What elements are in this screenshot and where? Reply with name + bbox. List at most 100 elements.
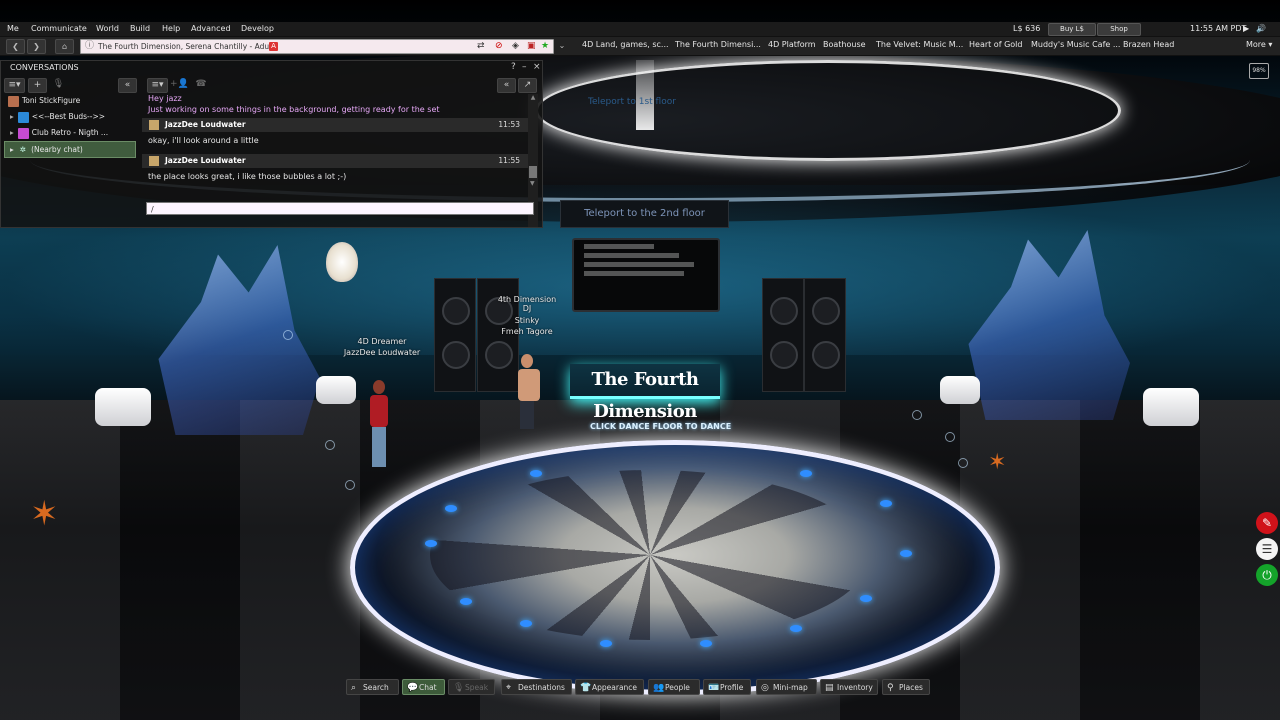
- pouf-seat[interactable]: [95, 388, 151, 426]
- chat-button[interactable]: 💬 Chat: [402, 679, 445, 695]
- speaker: [762, 278, 804, 392]
- pouf-seat[interactable]: [1143, 388, 1199, 426]
- forward-icon[interactable]: ❯: [27, 39, 46, 54]
- view-options-icon[interactable]: ≡▾: [4, 78, 25, 93]
- menu-communicate[interactable]: Communicate: [31, 24, 87, 33]
- dance-floor-hint: CLICK DANCE FLOOR TO DANCE: [590, 422, 732, 431]
- pouf-seat[interactable]: [940, 376, 980, 404]
- participant-options-icon[interactable]: ≡▾: [147, 78, 168, 93]
- floor-light: [600, 640, 612, 647]
- conversation-item[interactable]: ▸ <<--Best Buds-->>: [4, 109, 136, 124]
- teleport-2nd-floor-sign[interactable]: Teleport to the 2nd floor: [560, 200, 729, 228]
- pouf-seat[interactable]: [316, 376, 356, 404]
- minimap-button[interactable]: ◎ Mini-map: [756, 679, 817, 695]
- inventory-button[interactable]: ▤ Inventory: [820, 679, 878, 695]
- menu-build[interactable]: Build: [130, 24, 150, 33]
- avatar-head: [373, 380, 385, 394]
- close-button[interactable]: ×: [533, 62, 541, 72]
- profile-button[interactable]: 🪪 Profile: [703, 679, 751, 695]
- scroll-up-icon[interactable]: ▲: [528, 94, 538, 101]
- destinations-button[interactable]: ⌖ Destinations: [501, 679, 572, 695]
- collapse-list-icon[interactable]: «: [118, 78, 137, 93]
- power-icon[interactable]: ⏻: [1256, 564, 1278, 586]
- menu-me[interactable]: Me: [7, 24, 19, 33]
- avatar-head: [521, 354, 533, 368]
- home-icon[interactable]: ⌂: [55, 39, 74, 54]
- favorite-landmark[interactable]: The Velvet: Music M...: [876, 40, 963, 49]
- shop-button[interactable]: Shop: [1097, 23, 1141, 36]
- menu-hud-icon[interactable]: ☰: [1256, 538, 1278, 560]
- shirt-icon: 👕: [580, 683, 592, 693]
- sender-name[interactable]: JazzDee Loudwater: [165, 120, 246, 129]
- microphone-icon[interactable]: 🎙: [50, 78, 67, 91]
- corner-badge-icon[interactable]: 98%: [1249, 63, 1269, 79]
- avatar[interactable]: [149, 120, 159, 130]
- search-button[interactable]: ⌕ Search: [346, 679, 399, 695]
- button-label: Appearance: [592, 683, 638, 692]
- sender-name[interactable]: JazzDee Loudwater: [165, 156, 246, 165]
- dj-title: 4th Dimension DJ: [497, 295, 557, 313]
- places-button[interactable]: ⚲ Places: [882, 679, 930, 695]
- collapse-messages-icon[interactable]: «: [497, 78, 516, 93]
- bubble: [325, 440, 335, 450]
- button-label: Inventory: [837, 683, 873, 692]
- volume-icon[interactable]: 🔊: [1256, 24, 1266, 33]
- speak-button[interactable]: 🎙 Speak: [448, 679, 495, 695]
- radio-monitor[interactable]: [572, 238, 720, 312]
- balance[interactable]: L$ 636: [1013, 24, 1040, 33]
- favorite-landmark[interactable]: 4D Platform: [768, 40, 816, 49]
- info-icon[interactable]: ⓘ: [85, 41, 94, 52]
- location-field[interactable]: ⓘ The Fourth Dimension, Serena Chantilly…: [80, 39, 554, 54]
- call-icon[interactable]: ☎: [194, 78, 208, 91]
- minimize-button[interactable]: –: [522, 62, 527, 72]
- conversation-item[interactable]: Toni StickFigure: [4, 93, 136, 108]
- conversation-label: Club Retro - Nigth ...: [31, 128, 109, 137]
- help-button[interactable]: ?: [511, 62, 516, 72]
- menu-world[interactable]: World: [96, 24, 119, 33]
- menu-bar: Me Communicate World Build Help Advanced…: [0, 22, 1280, 37]
- favorite-landmark[interactable]: 4D Land, games, sc...: [582, 40, 669, 49]
- location-dropdown-icon[interactable]: ⌄: [556, 39, 568, 52]
- avatar[interactable]: [149, 156, 159, 166]
- play-media-icon[interactable]: ▶: [1243, 24, 1249, 33]
- avatar-dj[interactable]: [516, 354, 540, 444]
- expand-arrow-icon[interactable]: ▸: [10, 145, 14, 154]
- teleport-1st-floor-sign[interactable]: Teleport to 1st floor: [588, 97, 676, 107]
- more-favorites-label: More: [1246, 40, 1266, 49]
- favorite-landmark[interactable]: The Fourth Dimensi...: [675, 40, 761, 49]
- menu-develop[interactable]: Develop: [241, 24, 274, 33]
- scroll-down-icon[interactable]: ▼: [530, 180, 535, 187]
- favorite-landmark[interactable]: Boathouse: [823, 40, 866, 49]
- pin-icon: ⌖: [506, 683, 512, 693]
- back-icon[interactable]: ❮: [6, 39, 25, 54]
- speaker: [804, 278, 846, 392]
- expand-arrow-icon[interactable]: ▸: [10, 112, 14, 121]
- appearance-button[interactable]: 👕 Appearance: [575, 679, 644, 695]
- floor-light: [880, 500, 892, 507]
- scroll-thumb[interactable]: [529, 166, 537, 178]
- more-favorites-button[interactable]: More ▾: [1246, 40, 1272, 49]
- people-button[interactable]: 👥 People: [648, 679, 700, 695]
- conversation-item[interactable]: ▸ Club Retro - Nigth ...: [4, 125, 136, 140]
- favorite-landmark[interactable]: Muddy's Music Cafe ...: [1031, 40, 1120, 49]
- favorite-star-icon[interactable]: ★: [541, 41, 549, 52]
- inventory-icon: ▤: [825, 683, 834, 693]
- favorite-landmark[interactable]: Heart of Gold: [969, 40, 1022, 49]
- red-hud-icon[interactable]: ✎: [1256, 512, 1278, 534]
- tear-off-icon[interactable]: ↗: [518, 78, 537, 93]
- expand-arrow-icon[interactable]: ▸: [10, 128, 14, 137]
- conversation-item-nearby-chat[interactable]: ▸ ✲ (Nearby chat): [4, 141, 136, 158]
- bubble: [283, 330, 293, 340]
- chat-input[interactable]: /: [146, 202, 534, 215]
- no-script-icon: ▣: [527, 41, 536, 51]
- add-conversation-icon[interactable]: +: [28, 78, 47, 93]
- menu-advanced[interactable]: Advanced: [191, 24, 231, 33]
- menu-help[interactable]: Help: [162, 24, 180, 33]
- monitor-line: [584, 262, 694, 267]
- buy-currency-button[interactable]: Buy L$: [1048, 23, 1096, 36]
- avatar-jazzdee[interactable]: [368, 380, 390, 470]
- chat-icon: 💬: [407, 683, 419, 693]
- favorite-landmark[interactable]: Brazen Head: [1123, 40, 1174, 49]
- add-participant-icon[interactable]: +👤: [170, 78, 189, 91]
- floor-light: [520, 620, 532, 627]
